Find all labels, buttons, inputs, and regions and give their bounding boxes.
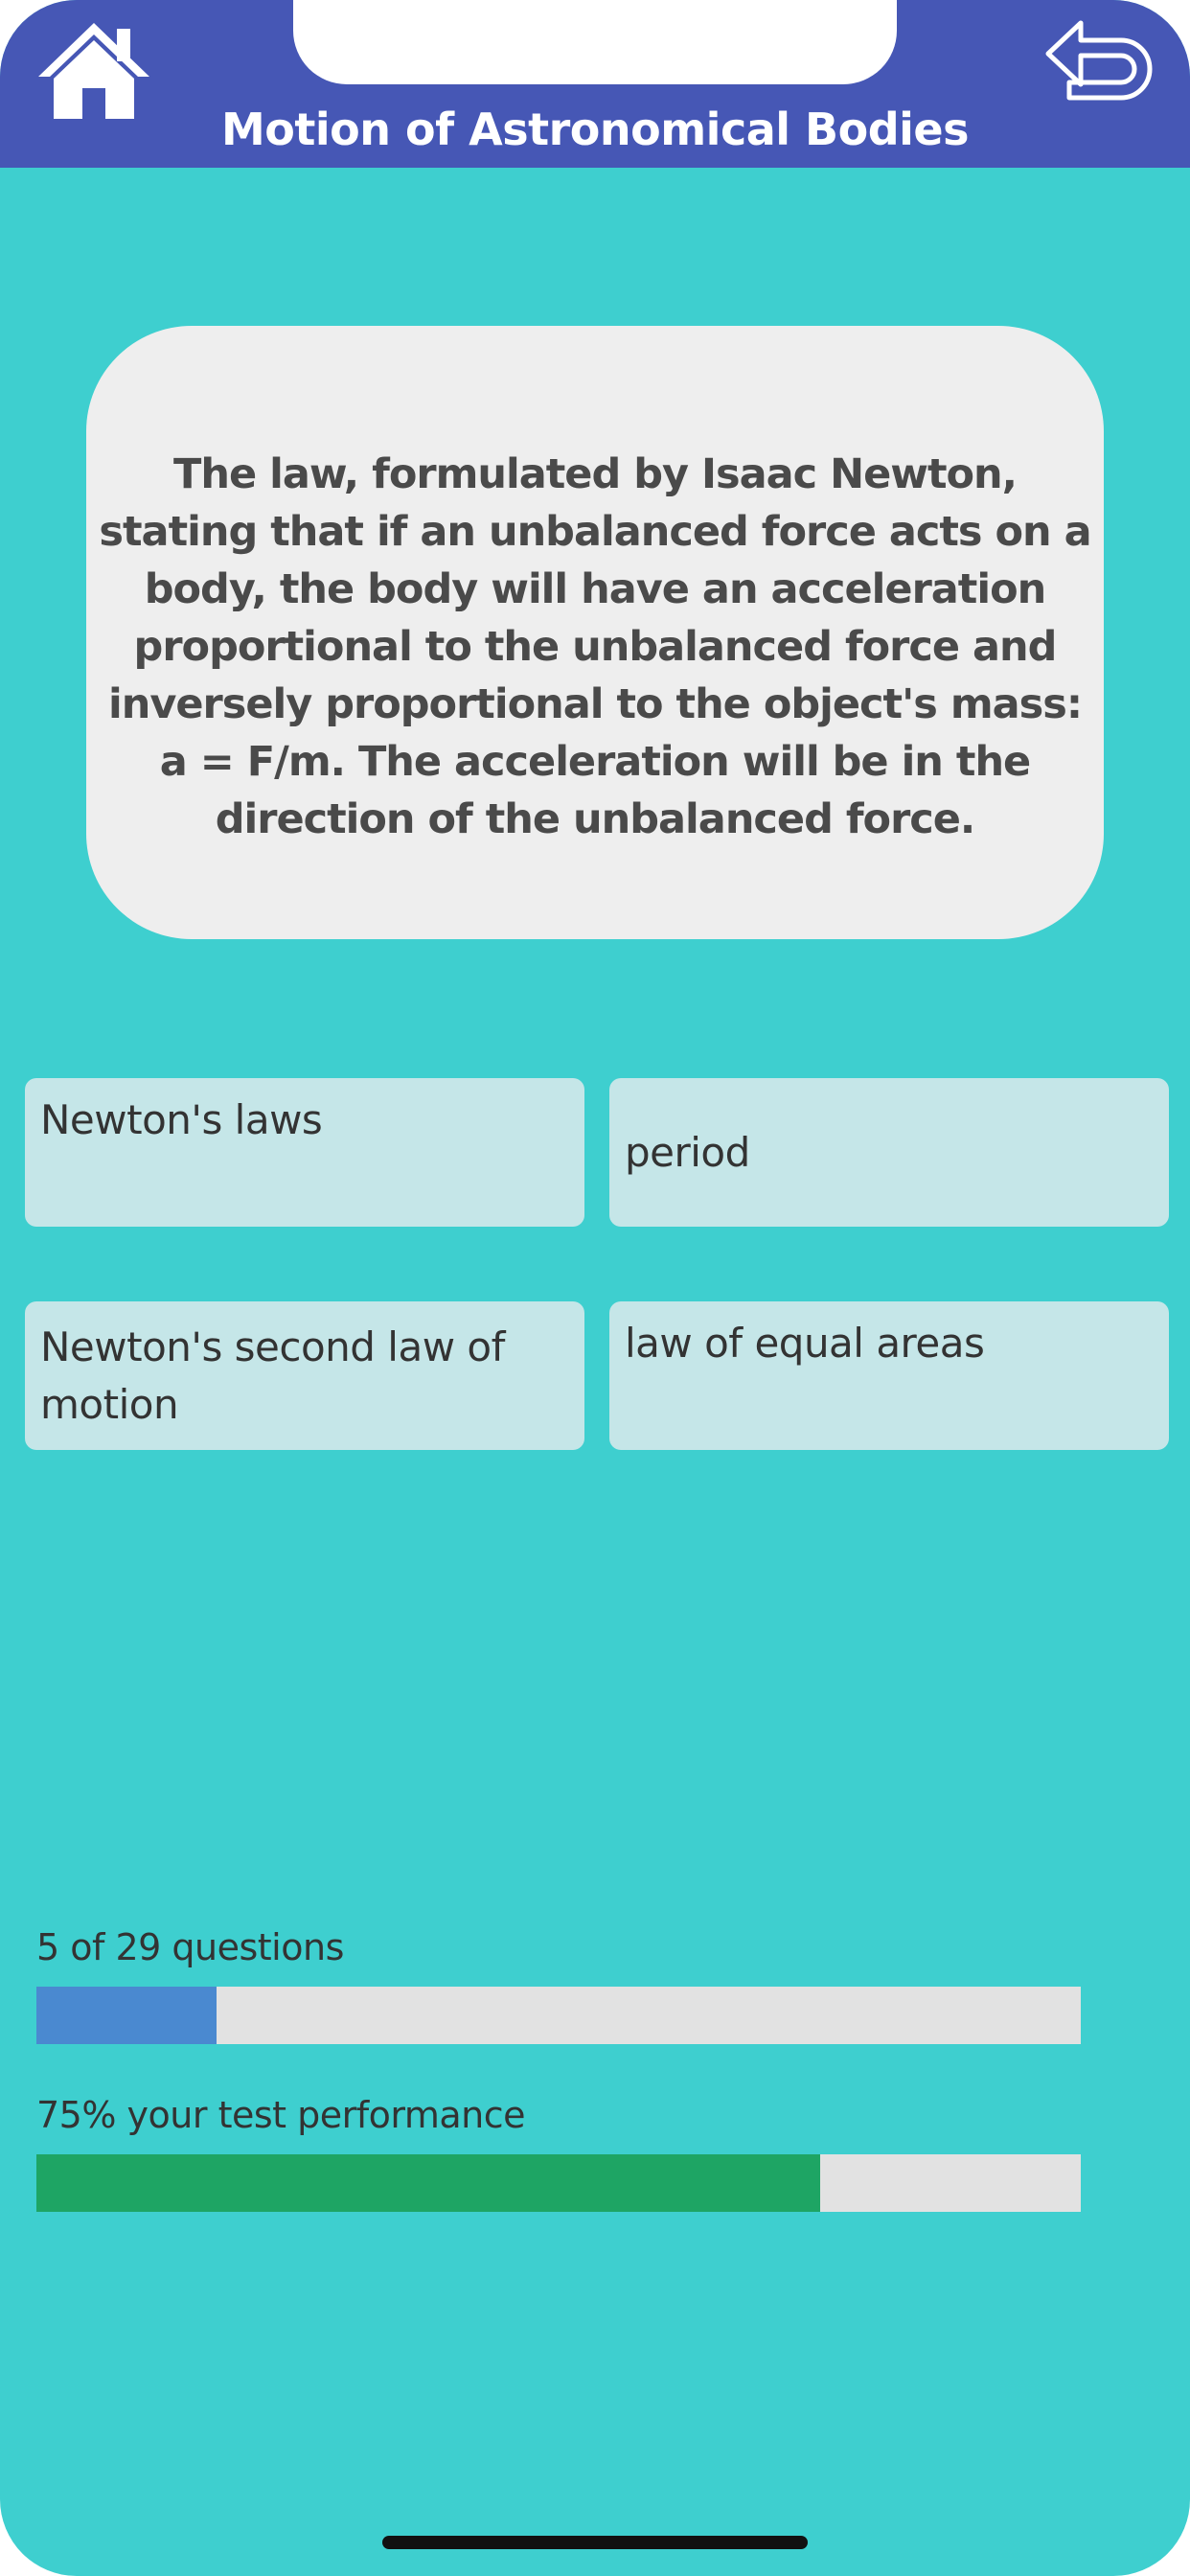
questions-progress-fill xyxy=(36,1987,217,2044)
question-card: The law, formulated by Isaac Newton, sta… xyxy=(86,326,1104,939)
answer-label: period xyxy=(625,1128,750,1176)
performance-label: 75% your test performance xyxy=(36,2094,525,2136)
questions-progress-label: 5 of 29 questions xyxy=(36,1926,344,1968)
question-text: The law, formulated by Isaac Newton, sta… xyxy=(99,450,1091,843)
page-title: Motion of Astronomical Bodies xyxy=(221,104,969,155)
answer-option-4[interactable]: law of equal areas xyxy=(609,1301,1169,1450)
answer-label: Newton's second law of motion xyxy=(40,1322,505,1428)
back-arrow-icon xyxy=(1045,20,1153,101)
performance-bar xyxy=(36,2154,1081,2212)
answer-option-3[interactable]: Newton's second law of motion xyxy=(25,1301,584,1450)
app-screen: Motion of Astronomical Bodies The law, f… xyxy=(0,0,1190,2576)
answer-option-2[interactable]: period xyxy=(609,1078,1169,1227)
questions-progress-bar xyxy=(36,1987,1081,2044)
answer-option-1[interactable]: Newton's laws xyxy=(25,1078,584,1227)
header-bar: Motion of Astronomical Bodies xyxy=(0,0,1190,168)
performance-fill xyxy=(36,2154,820,2212)
back-button[interactable] xyxy=(1041,17,1157,117)
answer-label: Newton's laws xyxy=(40,1096,323,1143)
device-notch xyxy=(293,0,897,84)
home-indicator[interactable] xyxy=(382,2536,808,2549)
answer-label: law of equal areas xyxy=(625,1320,985,1367)
